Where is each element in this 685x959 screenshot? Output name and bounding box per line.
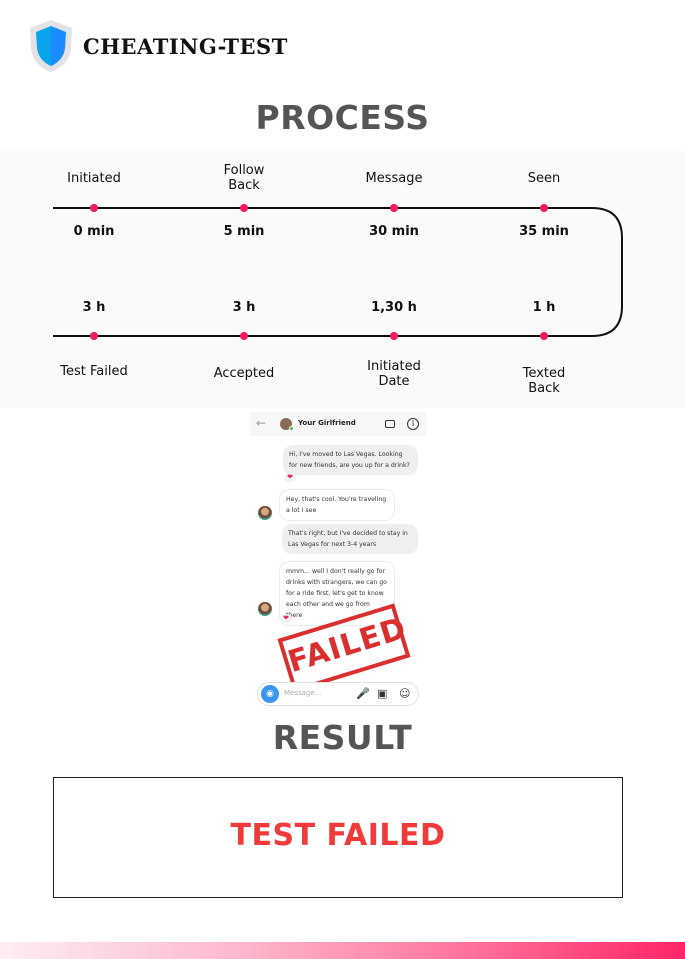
step-label: Initiated Date [367, 359, 421, 389]
contact-name: Your Girlfriend [298, 419, 356, 427]
brand-name: CHEATING-TEST [83, 33, 288, 59]
heart-reaction-icon: ❤ [284, 473, 296, 482]
step-label: Follow Back [223, 163, 265, 193]
step-time: 5 min [223, 224, 265, 239]
step-label: Test Failed [60, 364, 128, 379]
message-bubble: That's right, but I've decided to stay i… [282, 524, 418, 554]
timeline-dot [540, 204, 548, 212]
step-time: 30 min [369, 224, 419, 239]
video-call-icon[interactable] [385, 420, 395, 428]
info-icon[interactable]: i [407, 418, 419, 430]
image-icon[interactable]: ▣ [377, 687, 387, 701]
result-box: TEST FAILED [53, 777, 623, 898]
online-indicator [289, 426, 294, 431]
heart-reaction-icon: ❤ [280, 614, 292, 623]
result-status: TEST FAILED [230, 818, 446, 853]
step-time: 1 h [532, 300, 556, 315]
sender-avatar [258, 506, 272, 520]
step-time: 35 min [519, 224, 569, 239]
timeline-dot [540, 332, 548, 340]
footer-gradient-bar [0, 942, 685, 959]
timeline-dot [240, 204, 248, 212]
timeline-dot [240, 332, 248, 340]
step-label: Accepted [213, 366, 275, 381]
result-title: RESULT [272, 718, 413, 757]
step-time: 0 min [73, 224, 115, 239]
back-arrow-icon[interactable]: ← [256, 416, 266, 430]
timeline-dot [390, 204, 398, 212]
timeline-dot [390, 332, 398, 340]
message-composer[interactable]: ◉ Message... 🎤 ▣ ☺ [257, 682, 419, 706]
step-time: 3 h [82, 300, 106, 315]
process-title: PROCESS [255, 98, 430, 137]
microphone-icon[interactable]: 🎤 [356, 687, 370, 701]
step-label: Message [365, 171, 423, 186]
step-time: 1,30 h [371, 300, 417, 315]
timeline-dot [90, 332, 98, 340]
message-bubble: Hey, that's cool. You're traveling a lot… [279, 489, 395, 521]
brand-logo: CHEATING-TEST [27, 18, 288, 74]
chat-header: ← Your Girlfriend i [250, 412, 426, 436]
step-label: Seen [527, 171, 561, 186]
step-time: 3 h [232, 300, 256, 315]
sticker-icon[interactable]: ☺ [399, 687, 410, 701]
message-input[interactable]: Message... [284, 689, 321, 697]
step-label: Texted Back [522, 366, 566, 396]
timeline-dot [90, 204, 98, 212]
camera-icon[interactable]: ◉ [261, 685, 279, 703]
step-label: Initiated [67, 171, 121, 186]
sender-avatar [258, 602, 272, 616]
message-bubble: Hi, I've moved to Las Vegas. Looking for… [283, 445, 418, 475]
process-timeline: Initiated Follow Back Message Seen 0 min… [0, 150, 685, 407]
shield-icon [30, 20, 72, 72]
